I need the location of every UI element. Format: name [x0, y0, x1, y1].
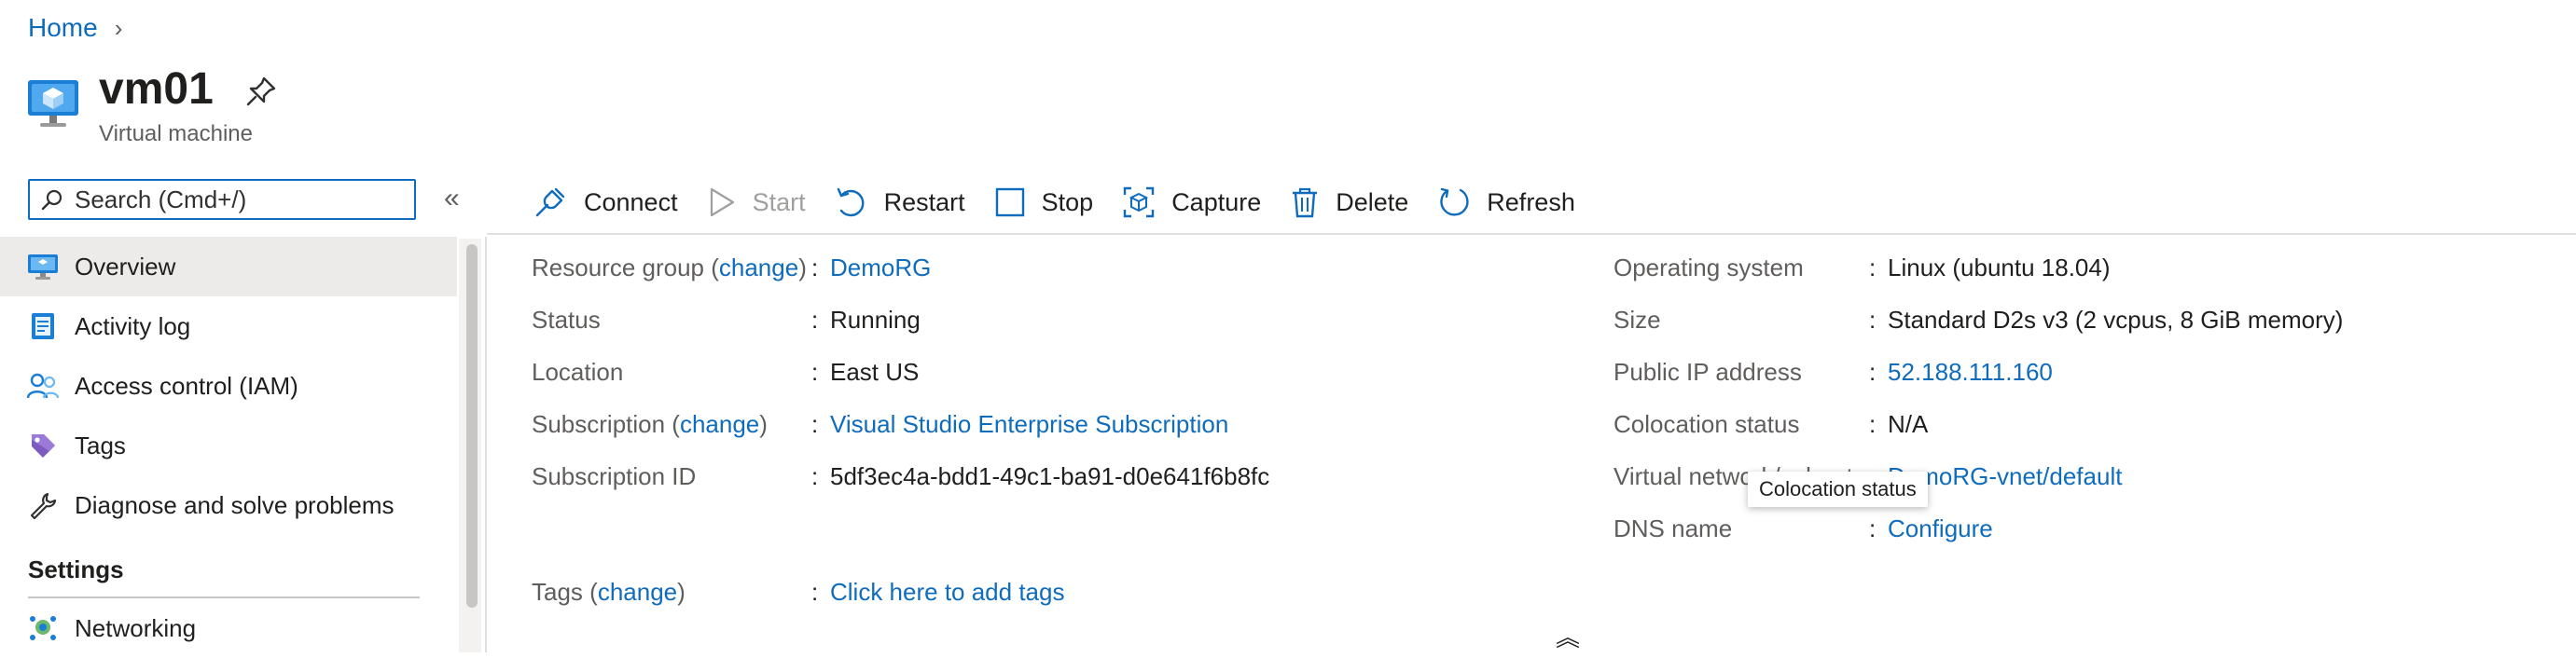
- colon: :: [1869, 306, 1877, 334]
- resource-group-label: Resource group (change): [532, 254, 807, 281]
- resource-group-link[interactable]: DemoRG: [830, 254, 931, 282]
- colon: :: [811, 578, 819, 606]
- status-label: Status: [532, 306, 601, 334]
- pin-icon[interactable]: [244, 75, 278, 108]
- tags-label: Tags (change): [532, 578, 686, 606]
- connect-button[interactable]: Connect: [533, 185, 678, 219]
- colocation-tooltip: Colocation status: [1748, 472, 1928, 507]
- collapse-sidebar-button[interactable]: «: [444, 183, 460, 214]
- restart-label: Restart: [883, 187, 965, 216]
- sidebar-item-label: Diagnose and solve problems: [75, 490, 395, 519]
- sidebar-item-networking[interactable]: Networking: [0, 598, 457, 658]
- location-value: East US: [830, 358, 920, 386]
- capture-icon: [1123, 186, 1155, 218]
- size-value: Standard D2s v3 (2 vcpus, 8 GiB memory): [1888, 306, 2344, 334]
- tag-icon: [26, 429, 60, 462]
- refresh-label: Refresh: [1487, 187, 1575, 216]
- wrench-icon: [26, 488, 60, 522]
- subscription-link[interactable]: Visual Studio Enterprise Subscription: [830, 410, 1228, 439]
- sidebar-item-overview[interactable]: Overview: [0, 237, 457, 296]
- sidebar-item-diagnose[interactable]: Diagnose and solve problems: [0, 475, 457, 535]
- command-bar: Connect Start Restart Stop Capture Delet…: [533, 181, 1605, 224]
- search-input[interactable]: [73, 184, 412, 215]
- connect-label: Connect: [584, 187, 678, 216]
- location-label: Location: [532, 358, 624, 386]
- network-icon: [26, 611, 60, 645]
- log-icon: [26, 309, 60, 343]
- search-icon: [41, 189, 62, 211]
- delete-label: Delete: [1336, 187, 1409, 216]
- subscription-id-label: Subscription ID: [532, 462, 697, 490]
- collapse-essentials-button[interactable]: ︽: [1556, 619, 1580, 653]
- search-box: [28, 179, 416, 220]
- monitor-icon: [26, 250, 60, 283]
- sidebar-scrollbar-thumb[interactable]: [466, 244, 478, 608]
- delete-button[interactable]: Delete: [1291, 186, 1408, 218]
- start-button[interactable]: Start: [708, 186, 806, 218]
- public-ip-label: Public IP address: [1613, 358, 1802, 386]
- sidebar-item-label: Networking: [75, 613, 197, 642]
- page-subtitle: Virtual machine: [99, 121, 253, 146]
- play-icon: [710, 187, 734, 217]
- trash-icon: [1293, 187, 1318, 218]
- plug-icon: [535, 187, 565, 217]
- start-label: Start: [752, 187, 806, 216]
- colon: :: [1869, 254, 1877, 281]
- tags-change-link[interactable]: change: [598, 578, 677, 606]
- sidebar-item-label: Activity log: [75, 311, 191, 340]
- refresh-icon: [1440, 187, 1469, 216]
- sidebar-item-label: Access control (IAM): [75, 371, 298, 400]
- resource-group-change-link[interactable]: change: [719, 254, 798, 281]
- add-tags-link[interactable]: Click here to add tags: [830, 578, 1064, 607]
- sidebar-item-tags[interactable]: Tags: [0, 416, 457, 475]
- colocation-label: Colocation status: [1613, 410, 1800, 438]
- refresh-button[interactable]: Refresh: [1438, 186, 1575, 218]
- colon: :: [811, 462, 819, 490]
- subscription-label: Subscription (change): [532, 410, 768, 438]
- public-ip-link[interactable]: 52.188.111.160: [1888, 358, 2053, 387]
- dns-configure-link[interactable]: Configure: [1888, 514, 1993, 543]
- os-value: Linux (ubuntu 18.04): [1888, 254, 2111, 281]
- capture-button[interactable]: Capture: [1123, 186, 1261, 218]
- size-label: Size: [1613, 306, 1661, 334]
- colon: :: [811, 358, 819, 386]
- sidebar-item-activity-log[interactable]: Activity log: [0, 296, 457, 356]
- sidebar-item-access-control[interactable]: Access control (IAM): [0, 356, 457, 416]
- os-label: Operating system: [1613, 254, 1804, 281]
- sidebar-divider-vertical: [485, 237, 487, 652]
- chevron-right-icon: ›: [114, 13, 123, 42]
- sidebar-section-settings: Settings: [28, 555, 124, 583]
- toolbar-divider: [487, 233, 2576, 235]
- subscription-id-value: 5df3ec4a-bdd1-49c1-ba91-d0e641f6b8fc: [830, 462, 1270, 490]
- colon: :: [1869, 410, 1877, 438]
- stop-label: Stop: [1041, 187, 1094, 216]
- sidebar-item-label: Overview: [75, 252, 176, 281]
- colon: :: [811, 254, 819, 281]
- colon: :: [1869, 514, 1877, 542]
- colon: :: [1869, 358, 1877, 386]
- colon: :: [811, 410, 819, 438]
- subscription-change-link[interactable]: change: [680, 410, 759, 438]
- dns-label: DNS name: [1613, 514, 1733, 542]
- sidebar: Overview Activity log Access control (IA…: [0, 237, 457, 658]
- stop-icon: [995, 187, 1024, 217]
- colon: :: [811, 306, 819, 334]
- restart-icon: [837, 187, 865, 217]
- virtual-machine-icon: [28, 80, 78, 127]
- page-title: vm01: [99, 64, 214, 114]
- stop-button[interactable]: Stop: [995, 187, 1094, 217]
- colocation-value: N/A: [1888, 410, 1929, 438]
- breadcrumb-home-link[interactable]: Home: [28, 13, 98, 43]
- status-value: Running: [830, 306, 921, 334]
- breadcrumb: Home ›: [28, 13, 122, 43]
- restart-button[interactable]: Restart: [836, 186, 965, 218]
- people-icon: [26, 369, 60, 403]
- capture-label: Capture: [1171, 187, 1262, 216]
- sidebar-item-label: Tags: [75, 431, 126, 459]
